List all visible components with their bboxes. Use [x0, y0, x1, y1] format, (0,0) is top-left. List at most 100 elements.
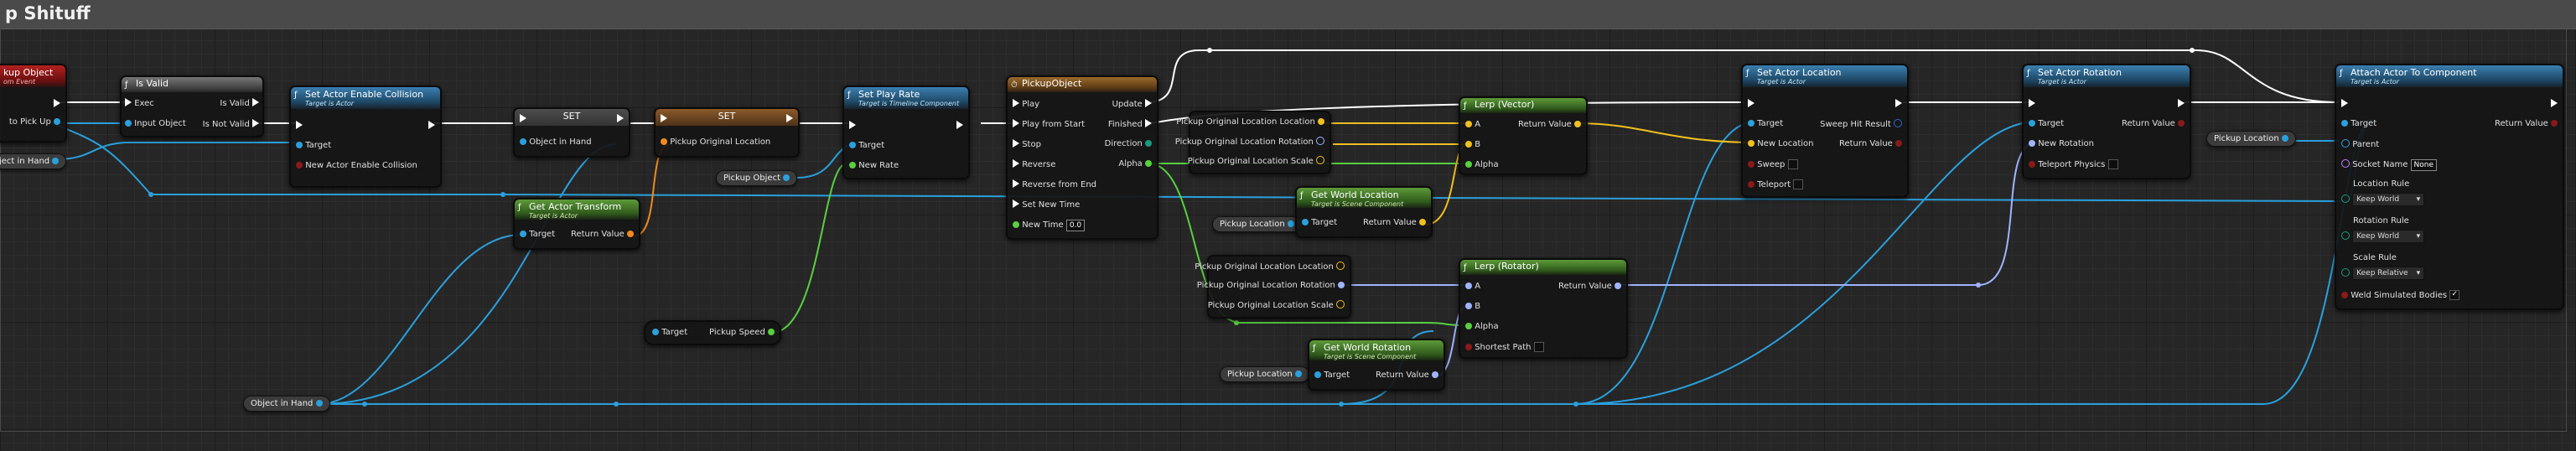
is-valid-node[interactable]: ƒ Is Valid Exec Input Object Is Valid Is … — [120, 75, 264, 137]
pickup-location-variable-b[interactable]: Pickup Location — [2206, 131, 2296, 147]
new-collision-pin[interactable]: New Actor Enable Collision — [296, 161, 417, 171]
timeline-output-3[interactable]: Alpha — [1118, 159, 1152, 169]
socket-name-field[interactable]: None — [2410, 159, 2438, 171]
exec-out-pin[interactable] — [956, 121, 963, 132]
timeline-input-2[interactable]: Stop — [1013, 139, 1041, 150]
timeline-input-1[interactable]: Play from Start — [1013, 119, 1085, 130]
return-value-pin[interactable]: Return Value — [2122, 119, 2185, 129]
break-transform-node-2[interactable]: Pickup Original Location Location Pickup… — [1195, 255, 1351, 319]
return-value-pin[interactable]: Return Value — [1518, 120, 1581, 130]
target-pin[interactable]: Target — [652, 328, 687, 338]
return-value-pin[interactable]: Return Value — [1558, 282, 1621, 292]
exec-out-pin[interactable] — [428, 121, 435, 132]
new-time-field[interactable]: 0.0 — [1065, 220, 1086, 231]
get-world-rotation-node[interactable]: ƒ Get World Rotation Target is Scene Compo… — [1308, 339, 1445, 391]
sweep-pin[interactable]: Sweep — [1748, 159, 1798, 170]
timeline-output-0[interactable]: Update — [1112, 99, 1152, 110]
return-value-pin[interactable]: Return Value — [2495, 119, 2558, 129]
pickup-original-location-pin[interactable]: Pickup Original Location — [661, 137, 770, 148]
scale-pin[interactable]: Pickup Original Location Scale — [1208, 300, 1345, 311]
return-value-pin[interactable]: Return Value — [1363, 218, 1426, 228]
teleport-pin[interactable]: Teleport — [1748, 179, 1804, 190]
location-pin[interactable]: Pickup Original Location Location — [1176, 117, 1324, 127]
rotation-pin[interactable]: Pickup Original Location Rotation — [1197, 281, 1345, 291]
exec-out-pin[interactable] — [786, 114, 793, 125]
pickup-object-variable[interactable]: Pickup Object — [716, 170, 798, 186]
object-in-hand-variable-b[interactable]: Object in Hand — [243, 396, 330, 412]
get-actor-transform-node[interactable]: ƒ Get Actor Transform Target is Actor Targ… — [513, 198, 640, 250]
parent-pin[interactable]: Parent — [2341, 139, 2379, 150]
scale-pin[interactable]: Pickup Original Location Scale — [1188, 156, 1324, 167]
exec-in-pin[interactable] — [296, 121, 303, 132]
new-location-pin[interactable]: New Location — [1748, 139, 1813, 149]
set-actor-location-node[interactable]: ƒ Set Actor Location Target is Actor Targe… — [1741, 64, 1909, 198]
object-in-hand-variable[interactable]: ject in Hand — [0, 153, 67, 169]
scale-rule-dropdown[interactable]: Keep Relative ▾ — [2341, 267, 2425, 280]
is-valid-pin[interactable]: Is Valid — [220, 98, 259, 109]
alpha-pin[interactable]: Alpha — [1465, 160, 1499, 170]
input-object-pin[interactable]: Input Object — [125, 119, 186, 129]
pickup-speed-getter-node[interactable]: Target Pickup Speed — [644, 320, 781, 345]
blueprint-graph-canvas[interactable]: p Shituff kup Object om Event to Pick Up… — [0, 0, 2576, 451]
is-not-valid-pin[interactable]: Is Not Valid — [203, 119, 259, 130]
a-pin[interactable]: A — [1465, 120, 1480, 130]
lerp-vector-node[interactable]: ƒ Lerp (Vector) A B Alpha Return Value — [1459, 96, 1588, 175]
sweep-hit-result-pin[interactable]: Sweep Hit Result — [1820, 119, 1902, 130]
alpha-pin[interactable]: Alpha — [1465, 322, 1499, 332]
exec-in-pin[interactable] — [2341, 99, 2348, 110]
new-rotation-pin[interactable]: New Rotation — [2029, 139, 2094, 149]
exec-out-pin[interactable] — [54, 99, 60, 110]
target-pin[interactable]: Target — [520, 230, 555, 240]
break-transform-node-1[interactable]: Pickup Original Location Location Pickup… — [1175, 111, 1331, 174]
timeline-output-1[interactable]: Finished — [1108, 119, 1152, 130]
timeline-input-4[interactable]: Reverse from End — [1013, 179, 1096, 190]
rotation-rule-dropdown[interactable]: Keep World ▾ — [2341, 230, 2425, 243]
teleport-physics-pin[interactable]: Teleport Physics — [2029, 159, 2118, 170]
timeline-output-2[interactable]: Direction — [1105, 139, 1152, 149]
target-pin[interactable]: Target — [1314, 371, 1350, 381]
attach-actor-to-component-node[interactable]: ƒ Attach Actor To Component Target is Acto… — [2335, 64, 2564, 310]
lerp-rotator-node[interactable]: ƒ Lerp (Rotator) A B Alpha Shortest Path … — [1459, 258, 1628, 359]
target-pin[interactable]: Target — [1302, 218, 1337, 228]
exec-out-pin[interactable] — [2551, 99, 2558, 110]
target-pin[interactable]: Target — [2029, 119, 2064, 129]
b-pin[interactable]: B — [1465, 140, 1480, 150]
exec-in-pin[interactable] — [661, 114, 667, 125]
object-in-hand-pin[interactable]: Object in Hand — [520, 137, 592, 148]
b-pin[interactable]: B — [1465, 302, 1480, 312]
weld-simulated-bodies-pin[interactable]: Weld Simulated Bodies ✓ — [2341, 290, 2460, 301]
rotation-pin[interactable]: Pickup Original Location Rotation — [1175, 137, 1324, 148]
return-value-pin[interactable]: Return Value — [1839, 139, 1902, 149]
a-pin[interactable]: A — [1465, 282, 1480, 292]
set-actor-rotation-node[interactable]: ƒ Set Actor Rotation Target is Actor Targe… — [2022, 64, 2191, 179]
exec-out-pin[interactable] — [1895, 99, 1902, 110]
pickup-object-timeline-node[interactable]: ⏱ PickupObject Play Play from Start Stop … — [1006, 75, 1158, 240]
get-world-location-node[interactable]: ƒ Get World Location Target is Scene Compo… — [1295, 186, 1433, 238]
shortest-path-pin[interactable]: Shortest Path — [1465, 342, 1544, 353]
timeline-input-3[interactable]: Reverse — [1013, 159, 1055, 170]
set-play-rate-node[interactable]: ƒ Set Play Rate Target is Timeline Compone… — [842, 86, 970, 179]
target-pin[interactable]: Target — [849, 141, 884, 151]
exec-in-pin[interactable]: Exec — [125, 98, 154, 109]
socket-name-pin[interactable]: Socket Name None — [2341, 159, 2438, 171]
exec-in-pin[interactable] — [1748, 99, 1754, 110]
timeline-input-5[interactable]: Set New Time — [1013, 200, 1080, 210]
target-pin[interactable]: Target — [2341, 119, 2376, 129]
set-actor-enable-collision-node[interactable]: ƒ Set Actor Enable Collision Target is Act… — [289, 86, 442, 188]
exec-out-pin[interactable] — [617, 114, 624, 125]
timeline-input-6[interactable]: New Time 0.0 — [1013, 220, 1086, 231]
exec-in-pin[interactable] — [2029, 99, 2035, 110]
pickup-location-variable-c[interactable]: Pickup Location — [1220, 366, 1309, 382]
pickup-location-variable-a[interactable]: Pickup Location — [1212, 216, 1302, 232]
pickup-target-pin[interactable]: to Pick Up — [9, 117, 60, 127]
new-rate-pin[interactable]: New Rate — [849, 161, 899, 171]
set-object-in-hand-node[interactable]: SET Object in Hand — [513, 107, 630, 158]
custom-event-node[interactable]: kup Object om Event to Pick Up — [0, 64, 67, 143]
timeline-input-0[interactable]: Play — [1013, 99, 1039, 110]
return-value-pin[interactable]: Return Value — [1376, 371, 1438, 381]
location-rule-dropdown[interactable]: Keep World ▾ — [2341, 193, 2425, 206]
exec-in-pin[interactable] — [520, 114, 526, 125]
exec-out-pin[interactable] — [2178, 99, 2185, 110]
set-pickup-original-location-node[interactable]: SET Pickup Original Location — [654, 107, 800, 158]
pickup-speed-pin[interactable]: Pickup Speed — [709, 328, 775, 338]
